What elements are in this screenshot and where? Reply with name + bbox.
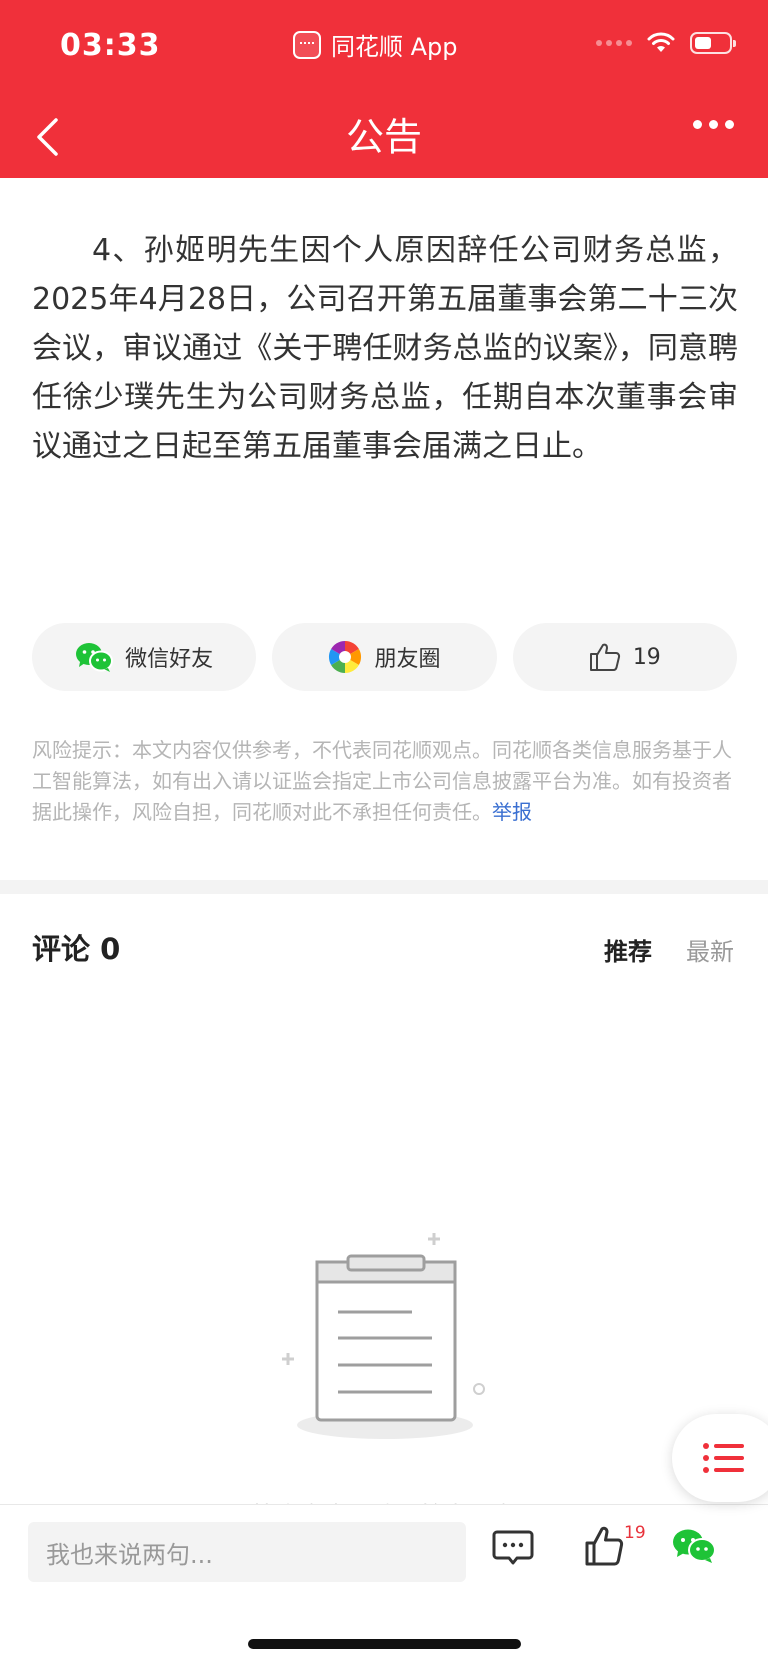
bottom-action-bar: 我也来说两句... 19 xyxy=(0,1504,768,1664)
catalog-float-button[interactable] xyxy=(672,1414,768,1502)
comment-icon[interactable] xyxy=(492,1529,534,1567)
moments-icon xyxy=(329,640,362,674)
like-count: 19 xyxy=(632,644,661,670)
status-indicators xyxy=(596,32,736,54)
more-dots-icon xyxy=(693,120,702,129)
tab-recommended[interactable]: 推荐 xyxy=(604,932,652,967)
cellular-signal-icon xyxy=(596,40,632,46)
home-indicator xyxy=(248,1639,521,1649)
like-button[interactable]: 19 xyxy=(512,623,737,691)
more-options-button[interactable] xyxy=(693,120,734,129)
share-moments-label: 朋友圈 xyxy=(374,647,441,672)
wechat-icon xyxy=(76,643,114,672)
empty-clipboard-icon xyxy=(282,1233,485,1439)
bottom-like-icon[interactable] xyxy=(584,1525,624,1567)
app-icon xyxy=(293,30,321,59)
comment-input[interactable]: 我也来说两句... xyxy=(28,1522,466,1582)
tab-latest[interactable]: 最新 xyxy=(686,932,734,967)
page-title: 公告 xyxy=(345,115,422,159)
bottom-like-count: 19 xyxy=(624,1523,646,1543)
risk-notice: 风险提示：本文内容仅供参考，不代表同花顺观点。同花顺各类信息服务基于人工智能算法… xyxy=(32,735,738,828)
status-app-indicator[interactable]: 同花顺 App xyxy=(293,27,458,62)
thumbs-up-icon xyxy=(589,643,620,671)
section-divider xyxy=(0,880,768,894)
share-row: 微信好友 朋友圈 19 xyxy=(32,623,737,691)
report-link[interactable]: 举报 xyxy=(492,800,532,824)
wifi-icon xyxy=(647,32,675,52)
battery-icon xyxy=(690,32,736,54)
comments-title: 评论 0 xyxy=(32,932,121,966)
status-app-name: 同花顺 App xyxy=(331,33,458,61)
app-header: 03:33 同花顺 App 公告 xyxy=(0,0,768,178)
article-paragraph: 4、孙姬明先生因个人原因辞任公司财务总监，2025年4月28日，公司召开第五届董… xyxy=(32,233,738,464)
share-wechat-friend-button[interactable]: 微信好友 xyxy=(32,623,257,691)
share-moments-button[interactable]: 朋友圈 xyxy=(272,623,497,691)
share-wechat-friend-label: 微信好友 xyxy=(125,647,214,672)
risk-notice-text: 风险提示：本文内容仅供参考，不代表同花顺观点。同花顺各类信息服务基于人工智能算法… xyxy=(32,738,732,824)
status-time: 03:33 xyxy=(60,28,161,63)
wechat-share-icon[interactable] xyxy=(672,1527,716,1565)
list-menu-icon xyxy=(703,1443,744,1473)
